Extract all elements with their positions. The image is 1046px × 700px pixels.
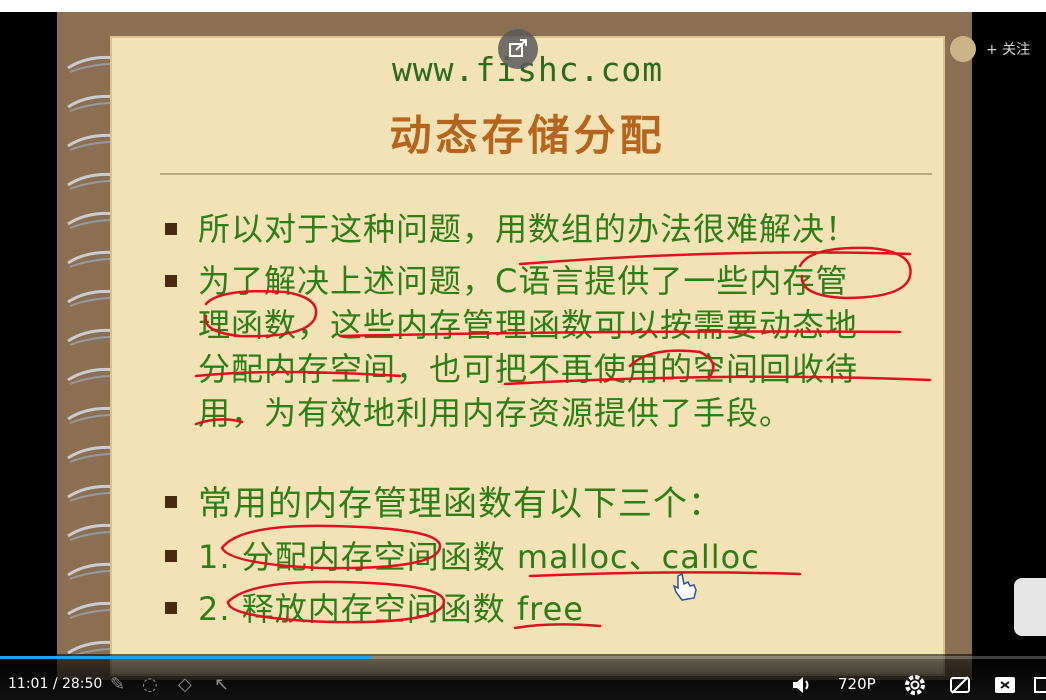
volume-icon[interactable] [791, 675, 813, 695]
share-icon [509, 39, 527, 57]
ink-annotations [194, 246, 932, 630]
follow-button[interactable]: + 关注 [986, 39, 1030, 59]
pointer-icon[interactable]: ↖ [214, 674, 229, 695]
eraser-icon[interactable]: ◇ [178, 674, 192, 695]
slide-paper: www.fishc.com 动态存储分配 所以对于这种问题，用数组的办法很难解决… [110, 36, 945, 676]
avatar[interactable] [950, 36, 976, 62]
video-player[interactable]: www.fishc.com 动态存储分配 所以对于这种问题，用数组的办法很难解决… [0, 0, 1046, 700]
danmaku-edit-icon[interactable]: ✎ [110, 674, 125, 695]
time-display: 11:01 / 28:50 [8, 676, 102, 692]
progress-fill [0, 656, 373, 659]
current-time: 11:01 [8, 676, 49, 692]
side-panel-handle[interactable] [1014, 578, 1046, 636]
danmaku-shape-icon[interactable]: ◌ [142, 674, 158, 695]
total-time: 28:50 [61, 676, 103, 692]
progress-bar[interactable] [0, 656, 1046, 659]
follow-area[interactable]: + 关注 [950, 36, 1046, 62]
picture-in-picture-icon[interactable] [993, 673, 1017, 697]
cursor-hand-icon [672, 572, 697, 601]
fullscreen-icon[interactable] [1034, 673, 1046, 697]
settings-gear-icon[interactable] [903, 673, 927, 697]
danmaku-off-icon[interactable] [948, 673, 972, 697]
quality-button[interactable]: 720P [838, 675, 876, 693]
share-button[interactable] [498, 29, 538, 69]
time-separator: / [52, 676, 58, 692]
top-strip [0, 0, 1046, 12]
